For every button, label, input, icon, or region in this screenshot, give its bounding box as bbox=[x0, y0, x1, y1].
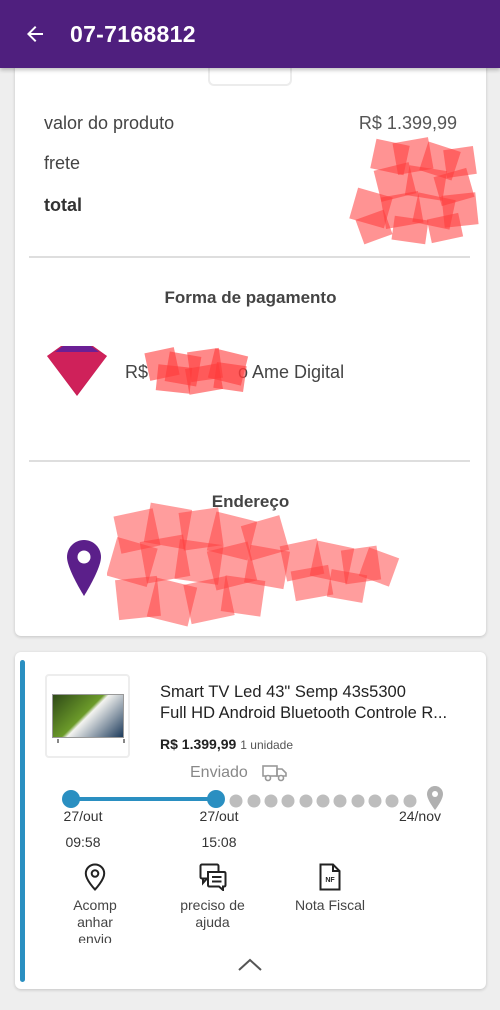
product-value-label: valor do produto bbox=[44, 113, 175, 133]
order-summary-card: valor do produto R$ 1.399,99 frete total bbox=[15, 40, 486, 636]
help-label-2: ajuda bbox=[195, 914, 230, 930]
payment-prefix: R$ bbox=[125, 361, 149, 382]
chat-help-icon bbox=[199, 863, 226, 891]
total-label: total bbox=[44, 195, 82, 215]
timeline-end-date: 24/nov bbox=[398, 808, 442, 824]
timeline-start-date: 27/out bbox=[63, 808, 103, 824]
payment-text: R$ o Ame Digital bbox=[125, 362, 344, 383]
product-name-line2: Full HD Android Bluetooth Controle R... bbox=[160, 704, 448, 722]
track-shipment-label-3: envio bbox=[78, 931, 112, 943]
product-name[interactable]: Smart TV Led 43" Semp 43s5300 Full HD An… bbox=[160, 682, 460, 724]
invoice-nf-icon: NF bbox=[319, 863, 341, 891]
status-label: Enviado bbox=[190, 764, 248, 781]
tv-image bbox=[51, 694, 125, 743]
product-price-line: R$ 1.399,99 1 unidade bbox=[160, 736, 293, 752]
back-button[interactable] bbox=[0, 0, 70, 68]
payment-method: R$ o Ame Digital bbox=[45, 344, 344, 400]
track-shipment-label-2: anhar bbox=[77, 914, 113, 930]
shipping-row: frete bbox=[44, 153, 457, 177]
track-shipment-label-1: Acomp bbox=[73, 897, 117, 913]
location-pin-icon bbox=[67, 540, 101, 601]
timeline-pending-dots bbox=[229, 794, 417, 808]
status-stripe bbox=[20, 660, 25, 982]
product-quantity: 1 unidade bbox=[240, 738, 294, 752]
timeline-start-time: 09:58 bbox=[65, 834, 101, 850]
invoice-label: Nota Fiscal bbox=[294, 897, 366, 913]
timeline-end-pin bbox=[427, 786, 443, 810]
help-label-1: preciso de bbox=[180, 897, 245, 913]
divider bbox=[29, 256, 470, 258]
track-shipment-button[interactable]: Acomp anhar envio bbox=[55, 862, 135, 943]
truck-icon bbox=[262, 765, 287, 782]
track-shipment-label-3-wrap: envio bbox=[55, 931, 135, 943]
arrow-left-icon bbox=[27, 26, 43, 42]
app-bar: 07-7168812 bbox=[0, 0, 500, 68]
payment-title: Forma de pagamento bbox=[164, 288, 337, 307]
shipping-label: frete bbox=[44, 153, 81, 173]
svg-text:NF: NF bbox=[325, 877, 335, 884]
timeline-start-dot bbox=[62, 790, 80, 808]
ame-logo-icon bbox=[47, 346, 107, 396]
timeline-middle-date: 27/out bbox=[199, 808, 239, 824]
address-title: Endereço bbox=[211, 492, 290, 511]
timeline-middle-time: 15:08 bbox=[201, 834, 237, 850]
payment-suffix: o Ame Digital bbox=[238, 361, 345, 382]
order-item-card: Smart TV Led 43" Semp 43s5300 Full HD An… bbox=[15, 652, 486, 989]
location-pin-outline-icon bbox=[84, 863, 106, 891]
shipping-status: Enviado bbox=[190, 764, 288, 782]
product-thumbnail[interactable] bbox=[45, 674, 130, 758]
product-name-line1: Smart TV Led 43" Semp 43s5300 bbox=[160, 683, 406, 701]
product-price: R$ 1.399,99 bbox=[160, 736, 237, 752]
page-title: 07-7168812 bbox=[70, 20, 196, 47]
divider bbox=[29, 460, 470, 462]
redaction-mark bbox=[107, 502, 400, 627]
collapse-button[interactable] bbox=[237, 957, 263, 978]
product-value: R$ 1.399,99 bbox=[358, 113, 457, 133]
help-button[interactable]: preciso de ajuda bbox=[165, 862, 260, 931]
product-value-row: valor do produto R$ 1.399,99 bbox=[44, 113, 457, 137]
timeline-middle-dot bbox=[207, 790, 225, 808]
chevron-up-icon bbox=[238, 958, 262, 971]
invoice-button[interactable]: NF Nota Fiscal bbox=[285, 862, 375, 914]
total-row: total bbox=[44, 195, 457, 219]
